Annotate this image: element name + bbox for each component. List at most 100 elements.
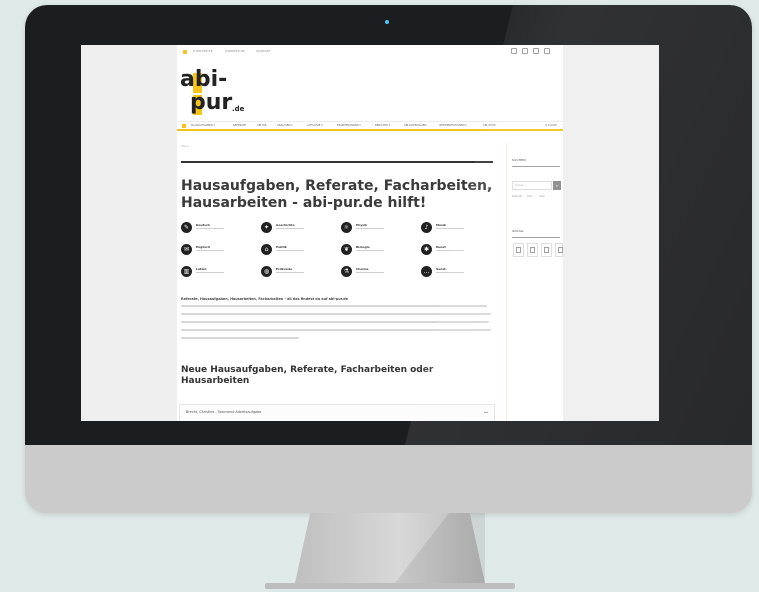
dots-icon: … xyxy=(421,266,432,277)
subject-englisch[interactable]: ✉ Englisch xyxy=(181,243,259,257)
subject-label[interactable]: Geschichte xyxy=(276,223,295,227)
facebook-icon[interactable] xyxy=(513,243,524,257)
subject-label[interactable]: Kunst xyxy=(436,245,446,249)
monitor-chin xyxy=(25,445,752,513)
google-plus-icon[interactable] xyxy=(533,48,539,54)
twitter-icon[interactable] xyxy=(522,48,528,54)
subject-label[interactable]: Englisch xyxy=(196,245,210,249)
nav-item-abi-materialien[interactable]: ABI-MATERIALIEN xyxy=(404,124,426,127)
search-option-alles[interactable]: Alles xyxy=(539,195,545,198)
logo-tld: .de xyxy=(232,105,245,113)
toplink-impressum[interactable]: IMPRESSUM xyxy=(225,49,245,53)
google-plus-icon[interactable] xyxy=(541,243,552,257)
subject-kunst[interactable]: ✱ Kunst xyxy=(421,243,499,257)
nav-home-icon[interactable] xyxy=(182,124,186,128)
nav-item-abitur[interactable]: ABITUR xyxy=(257,124,267,127)
main-content: Home Hausaufgaben, Referate, Facharbeite… xyxy=(179,143,499,421)
toplink-kontakt[interactable]: KONTAKT xyxy=(256,49,271,53)
subject-subtext xyxy=(196,228,224,229)
nav-search-link[interactable]: Q SUCHE xyxy=(545,124,557,127)
subject-subtext xyxy=(356,228,384,229)
subject-label[interactable]: Erdkunde xyxy=(276,267,292,271)
nav-item-berichte[interactable]: BERICHTE ▾ xyxy=(375,124,390,127)
nav-item-eroerterungen[interactable]: ERÖRTERUNGEN ▾ xyxy=(337,124,361,127)
monitor-base xyxy=(265,583,515,589)
subject-politik[interactable]: ⌂ Politik xyxy=(261,243,339,257)
subject-physik[interactable]: ⚛ Physik xyxy=(341,221,419,235)
subject-subtext xyxy=(436,272,464,273)
list-item-title[interactable]: Brecht, Christine - Townsend Arbeitsaufg… xyxy=(186,410,261,414)
subject-subtext xyxy=(196,272,224,273)
nav-item-interpretationen[interactable]: INTERPRETATIONEN ▾ xyxy=(439,124,467,127)
subject-subtext xyxy=(276,272,304,273)
subject-label[interactable]: Physik xyxy=(356,223,367,227)
section-title: Neue Hausaufgaben, Referate, Facharbeite… xyxy=(181,365,434,386)
subject-label[interactable]: Musik xyxy=(436,223,446,227)
breadcrumb[interactable]: Home xyxy=(181,145,189,148)
subject-geschichte[interactable]: ✦ Geschichte xyxy=(261,221,339,235)
top-bar: STARTSEITE IMPRESSUM KONTAKT xyxy=(177,45,563,59)
camera-icon xyxy=(385,20,389,24)
leaf-icon: ❦ xyxy=(341,244,352,255)
intro-text-line xyxy=(181,329,491,331)
facebook-icon[interactable] xyxy=(511,48,517,54)
subject-biologie[interactable]: ❦ Biologie xyxy=(341,243,419,257)
rss-icon[interactable] xyxy=(544,48,550,54)
monitor: STARTSEITE IMPRESSUM KONTAKT abi- pur .d… xyxy=(25,5,752,513)
nav-item-aufsaetze[interactable]: AUFSÄTZE ▾ xyxy=(307,124,323,127)
atom-icon: ⚛ xyxy=(341,222,352,233)
palette-icon: ✱ xyxy=(421,244,432,255)
nav-item-referate[interactable]: REFERATE xyxy=(233,124,246,127)
divider xyxy=(512,237,560,238)
sidebar: SUCHEN Suchen... ⌕ Referate Titel Alles … xyxy=(506,143,564,421)
book-icon: ✎ xyxy=(181,222,192,233)
intro-text-line xyxy=(181,337,299,339)
subject-subtext xyxy=(276,250,304,251)
intro-heading: Referate, Hausaufgaben, Hausarbeiten, Fa… xyxy=(181,297,348,301)
desktop-background: STARTSEITE IMPRESSUM KONTAKT abi- pur .d… xyxy=(0,0,759,592)
subject-label[interactable]: Sonst. xyxy=(436,267,447,271)
search-input[interactable]: Suchen... xyxy=(512,181,552,190)
building-icon: ⌂ xyxy=(261,244,272,255)
rss-icon[interactable] xyxy=(555,243,563,257)
subject-musik[interactable]: ♪ Musik xyxy=(421,221,499,235)
search-option-titel[interactable]: Titel xyxy=(527,195,532,198)
scroll-icon: ✦ xyxy=(261,222,272,233)
subject-subtext xyxy=(356,272,384,273)
divider xyxy=(181,161,493,163)
home-icon[interactable] xyxy=(183,50,187,54)
flask-icon: ⚗ xyxy=(341,266,352,277)
toplink-startseite[interactable]: STARTSEITE xyxy=(193,49,213,53)
sidebar-search-heading: SUCHEN xyxy=(512,158,526,162)
logo-text-line2: pur xyxy=(190,90,233,115)
subject-subtext xyxy=(196,250,224,251)
subject-label[interactable]: Biologie xyxy=(356,245,370,249)
nav-item-analysen[interactable]: ANALYSEN ▾ xyxy=(277,124,293,127)
subject-label[interactable]: Politik xyxy=(276,245,287,249)
subject-label[interactable]: Latein xyxy=(196,267,207,271)
subject-sonst[interactable]: … Sonst. xyxy=(421,265,499,279)
subject-deutsch[interactable]: ✎ Deutsch xyxy=(181,221,259,235)
screen: STARTSEITE IMPRESSUM KONTAKT abi- pur .d… xyxy=(81,45,659,421)
subject-latein[interactable]: ▥ Latein xyxy=(181,265,259,279)
intro-text-line xyxy=(181,321,489,323)
music-icon: ♪ xyxy=(421,222,432,233)
subject-subtext xyxy=(276,228,304,229)
search-option-referate[interactable]: Referate xyxy=(512,195,522,198)
intro-text-line xyxy=(181,305,487,307)
subject-subtext xyxy=(436,250,464,251)
subject-label[interactable]: Deutsch xyxy=(196,223,210,227)
globe-icon: ◍ xyxy=(261,266,272,277)
twitter-icon[interactable] xyxy=(527,243,538,257)
list-item[interactable]: Brecht, Christine - Townsend Arbeitsaufg… xyxy=(179,404,495,421)
nav-item-abi-shop[interactable]: ABI-SHOP xyxy=(483,124,495,127)
search-button[interactable]: ⌕ xyxy=(553,181,561,190)
site-logo[interactable]: abi- pur .de xyxy=(180,59,270,115)
website-page: STARTSEITE IMPRESSUM KONTAKT abi- pur .d… xyxy=(177,45,563,421)
subject-erdkunde[interactable]: ◍ Erdkunde xyxy=(261,265,339,279)
nav-item-hausaufgaben[interactable]: HAUSAUFGABEN ▾ xyxy=(191,124,215,127)
subject-label[interactable]: Chemie xyxy=(356,267,369,271)
subject-chemie[interactable]: ⚗ Chemie xyxy=(341,265,419,279)
flag-icon: ✉ xyxy=(181,244,192,255)
page-title: Hausaufgaben, Referate, Facharbeiten, Ha… xyxy=(181,178,493,211)
